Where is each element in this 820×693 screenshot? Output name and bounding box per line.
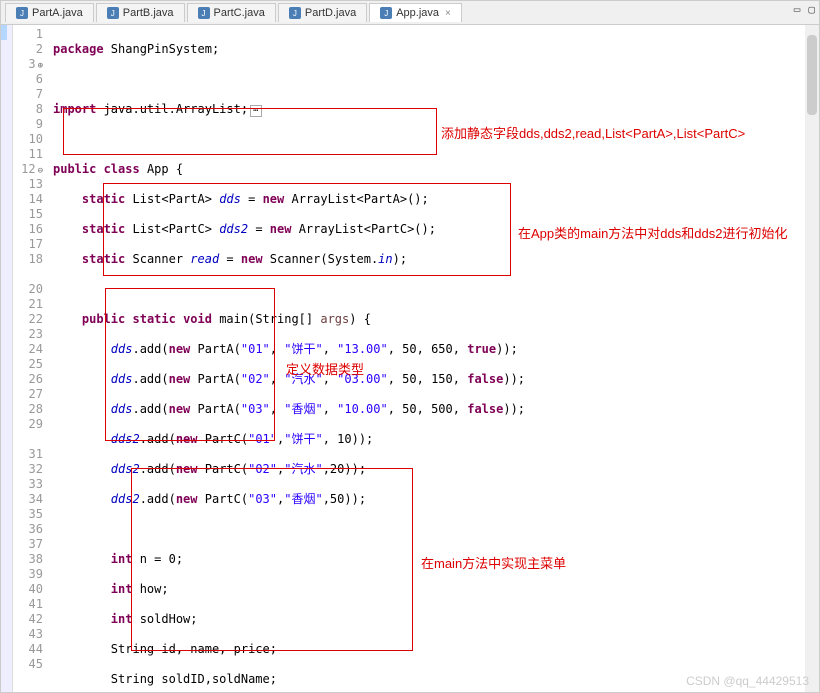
annotation-text: 添加静态字段dds,dds2,read,List<PartA>,List<Par… (441, 123, 745, 142)
java-file-icon: J (107, 7, 119, 19)
annotation-box (131, 468, 413, 651)
tab-label: PartC.java (214, 7, 265, 19)
window-controls: ▭ ▢ (794, 3, 815, 16)
vertical-scrollbar[interactable] (805, 25, 819, 692)
annotation-text: 在App类的main方法中对dds和dds2进行初始化 (518, 223, 787, 242)
tab-label: PartD.java (305, 7, 356, 19)
java-file-icon: J (198, 7, 210, 19)
tab-app[interactable]: J App.java × (369, 3, 462, 22)
annotation-box (105, 288, 275, 441)
close-icon[interactable]: × (445, 8, 451, 19)
watermark: CSDN @qq_44429513 (686, 674, 809, 688)
minimize-icon[interactable]: ▭ (794, 3, 801, 16)
maximize-icon[interactable]: ▢ (808, 3, 815, 16)
annotation-text: 定义数据类型 (286, 359, 364, 378)
tab-label: PartB.java (123, 7, 174, 19)
quick-diff-bar (1, 25, 13, 692)
annotation-box (63, 108, 437, 155)
tab-partd[interactable]: J PartD.java (278, 3, 367, 22)
tab-partc[interactable]: J PartC.java (187, 3, 276, 22)
tab-partb[interactable]: J PartB.java (96, 3, 185, 22)
scrollbar-thumb[interactable] (807, 35, 817, 115)
annotation-box (103, 183, 511, 276)
tab-label: PartA.java (32, 7, 83, 19)
java-file-icon: J (16, 7, 28, 19)
editor-tab-bar: J PartA.java J PartB.java J PartC.java J Par… (1, 1, 819, 25)
line-number-gutter: 1 2 3⊕ 6 7 8 9 10 11 12⊖ 13 14 15 16 17 … (13, 25, 51, 692)
annotation-text: 在main方法中实现主菜单 (421, 553, 566, 572)
tab-parta[interactable]: J PartA.java (5, 3, 94, 22)
java-file-icon: J (380, 7, 392, 19)
tab-label: App.java (396, 7, 439, 19)
java-file-icon: J (289, 7, 301, 19)
